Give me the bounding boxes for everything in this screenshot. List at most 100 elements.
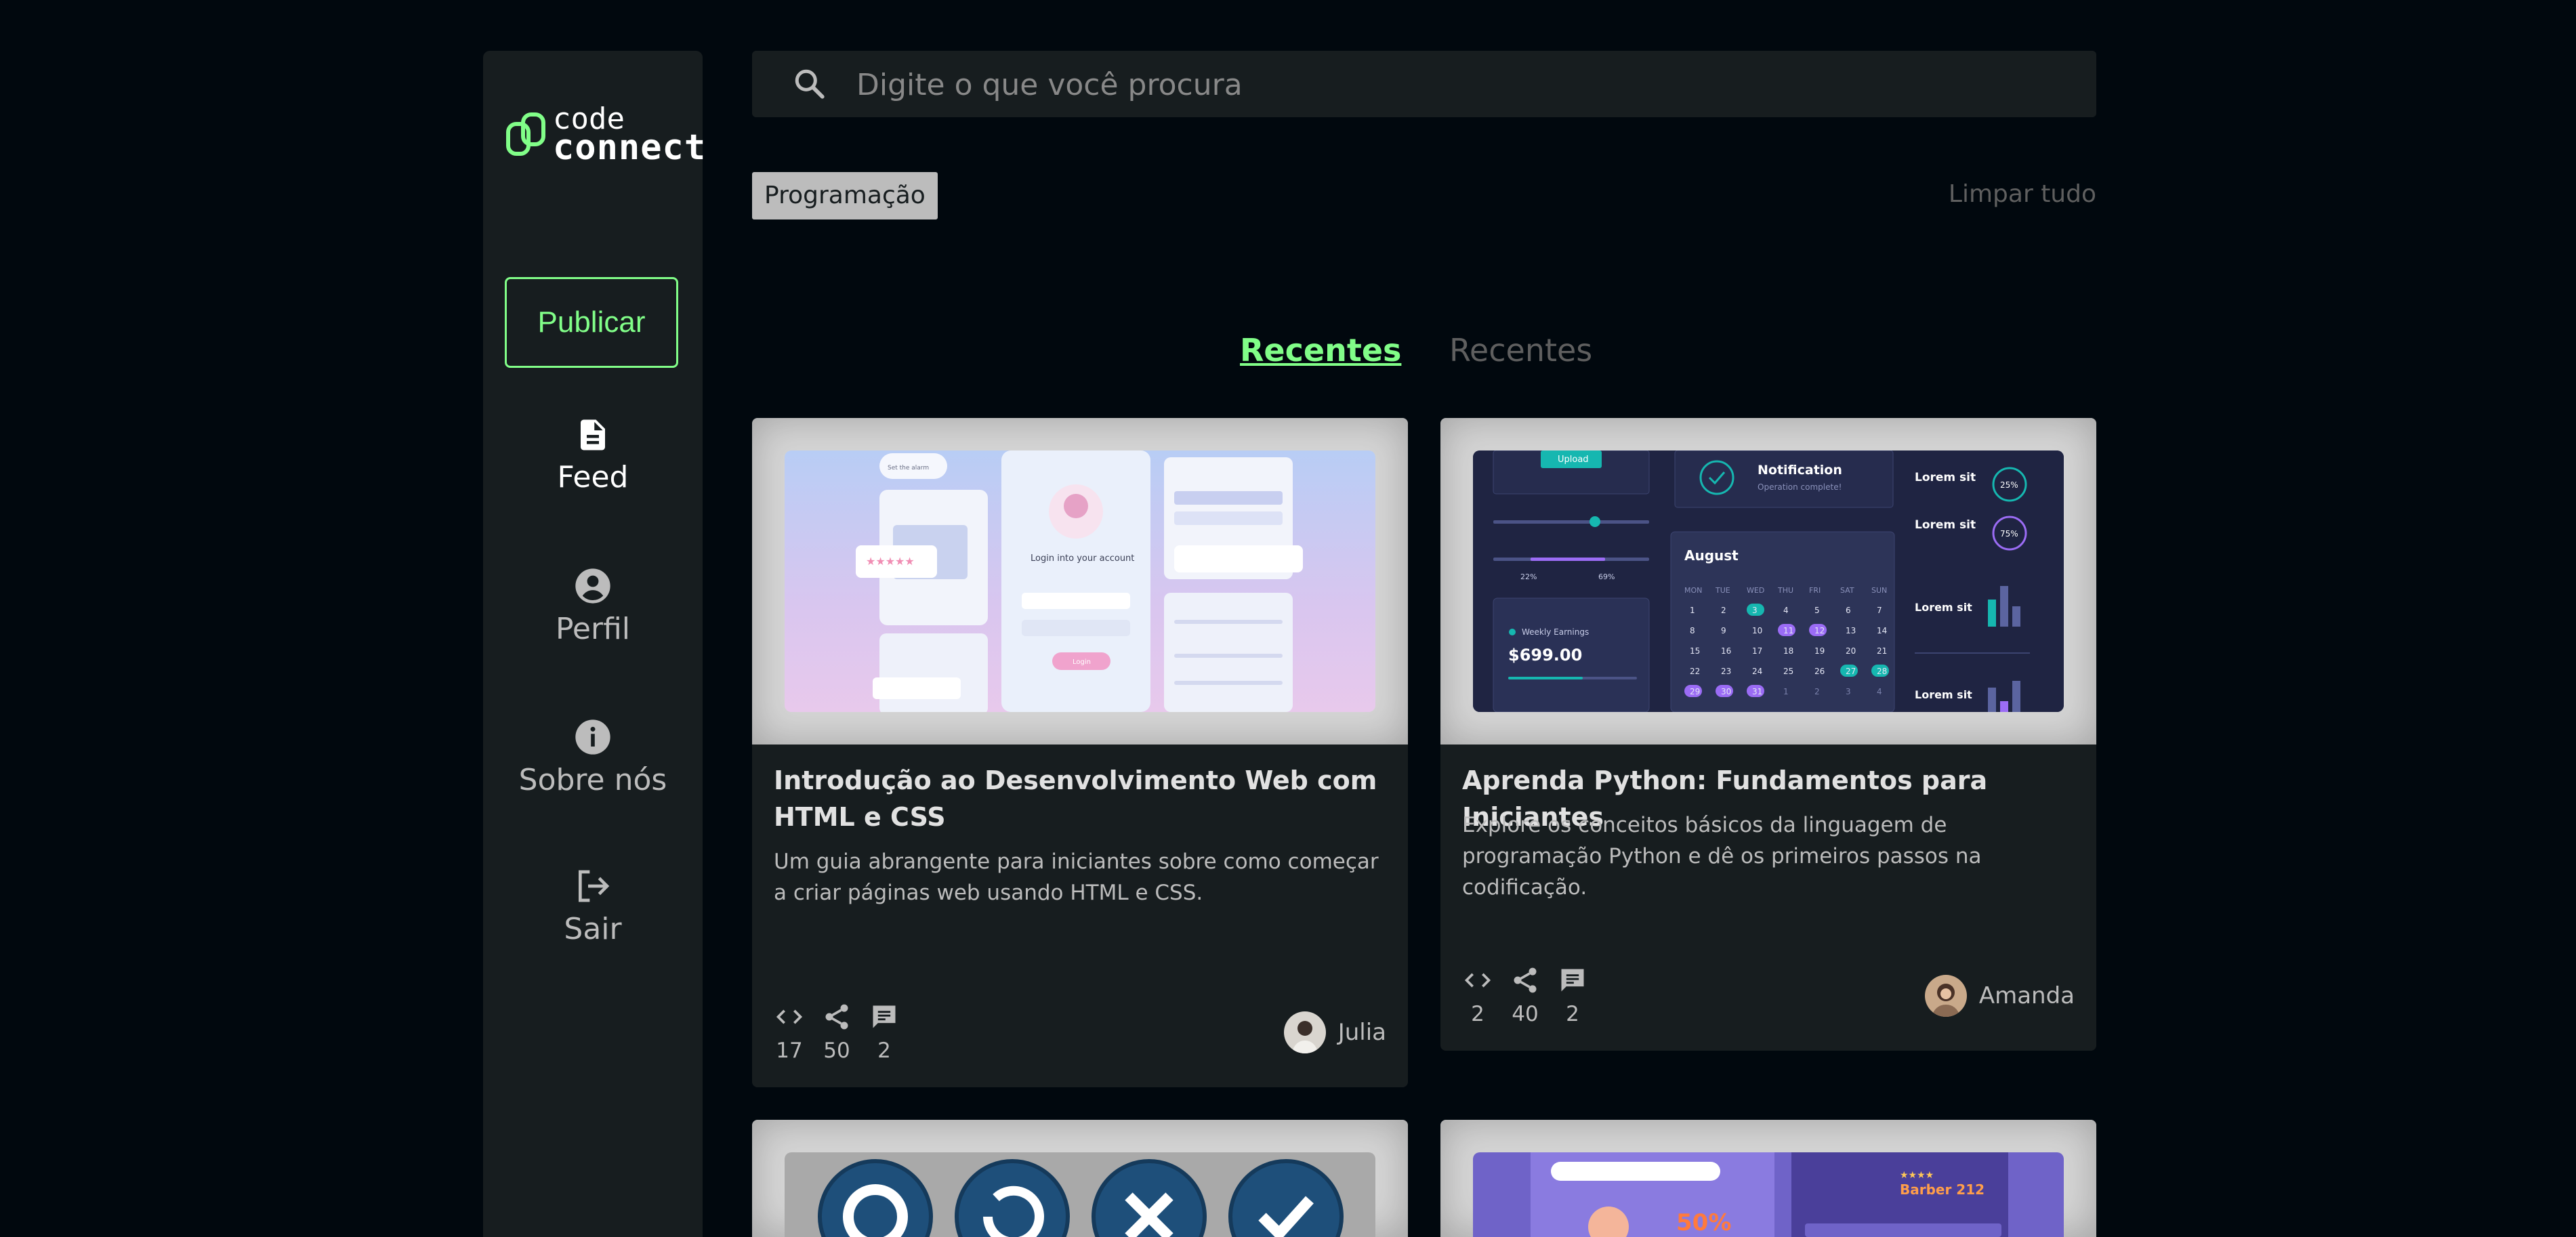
filter-tag-programacao[interactable]: Programação: [752, 172, 938, 219]
tab-recentes[interactable]: Recentes: [1449, 332, 1592, 369]
clear-filters-link[interactable]: Limpar tudo: [1949, 180, 2096, 208]
post-title[interactable]: Introdução ao Desenvolvimento Web com HT…: [774, 762, 1386, 835]
post-thumbnail[interactable]: Set the alarm ★★★★★ Login into your acco…: [752, 418, 1408, 745]
post-stats: 2 40 2: [1462, 965, 1588, 1026]
nav-item-profile[interactable]: Perfil: [483, 567, 703, 646]
logo-mark-icon: [506, 112, 545, 156]
post-card[interactable]: Set the alarm ★★★★★ Login into your acco…: [752, 418, 1408, 1087]
calendar-month-text: August: [1684, 547, 1739, 564]
avatar: [1924, 975, 1967, 1017]
search-icon[interactable]: [793, 67, 827, 101]
post-description: Explore os conceitos básicos da linguage…: [1462, 813, 1982, 900]
range-low-text: 22%: [1520, 572, 1537, 581]
calendar-weekday-fri: FRI: [1809, 586, 1821, 595]
login-title-text: Login into your account: [1031, 553, 1134, 564]
calendar-day: 12: [1814, 626, 1825, 635]
share-count: 50: [823, 1039, 850, 1063]
publish-button[interactable]: Publicar: [505, 277, 678, 368]
calendar-day: 3: [1752, 606, 1758, 615]
calendar-weekday-tue: TUE: [1715, 586, 1730, 595]
calendar-day: 2: [1814, 687, 1820, 696]
comment-stat[interactable]: 2: [869, 1002, 900, 1063]
share-count: 40: [1512, 1002, 1539, 1026]
calendar-day: 1: [1690, 606, 1695, 615]
post-card[interactable]: 50% ★★★★ Barber 212: [1440, 1120, 2096, 1237]
calendar-day: 7: [1877, 606, 1882, 615]
code-count: 2: [1471, 1002, 1484, 1026]
calendar-day: 25: [1783, 667, 1793, 676]
ring-value-2: 75%: [2000, 529, 2018, 539]
calendar-day: 19: [1814, 646, 1825, 656]
calendar-weekday-thu: THU: [1777, 586, 1793, 595]
notification-title-text: Notification: [1758, 463, 1842, 478]
promo-text: 50%: [1676, 1209, 1731, 1236]
user-icon: [575, 568, 610, 604]
search-bar[interactable]: [752, 51, 2096, 119]
calendar-day: 5: [1814, 606, 1820, 615]
nav-label-feed: Feed: [557, 460, 629, 495]
calendar-day: 13: [1846, 626, 1856, 635]
calendar-weekday-sun: SUN: [1871, 586, 1887, 595]
calendar-day: 23: [1721, 667, 1731, 676]
nav-label-profile: Perfil: [555, 612, 631, 646]
post-stats: 17 50 2: [774, 1002, 900, 1063]
post-thumbnail[interactable]: 50% ★★★★ Barber 212: [1440, 1120, 2096, 1237]
icon-buttons-mockup-image: [818, 1159, 1344, 1237]
calendar-day: 8: [1690, 626, 1695, 635]
login-button-text: Login: [1073, 658, 1091, 666]
post-thumbnail[interactable]: Upload 22% 69% Weekly Earnings $699.00 N…: [1440, 418, 2096, 745]
ring-value-1: 25%: [2000, 480, 2018, 490]
upload-button-text: Upload: [1558, 455, 1589, 465]
calendar-day: 9: [1721, 626, 1726, 635]
calendar-day: 27: [1846, 667, 1856, 676]
calendar-day: 4: [1783, 606, 1789, 615]
calendar-day: 18: [1783, 646, 1793, 656]
calendar-day: 20: [1846, 646, 1856, 656]
calendar-day: 1: [1783, 687, 1789, 696]
calendar-day: 22: [1690, 667, 1700, 676]
calendar-day: 24: [1752, 667, 1762, 676]
post-author[interactable]: Julia: [1283, 1011, 1386, 1053]
logout-icon: [579, 870, 610, 902]
feed-tabs: Recentes Recentes: [1240, 332, 1592, 369]
post-author[interactable]: Amanda: [1924, 975, 2075, 1017]
nav-item-feed[interactable]: Feed: [483, 417, 703, 495]
author-name: Amanda: [1978, 982, 2075, 1009]
comment-count: 2: [1566, 1002, 1579, 1026]
dashboard-ui-mockup-image: Upload 22% 69% Weekly Earnings $699.00 N…: [1473, 450, 2064, 712]
calendar-day: 28: [1877, 667, 1887, 676]
post-card[interactable]: [752, 1120, 1408, 1237]
barber-name-text: Barber 212: [1900, 1181, 1985, 1198]
calendar-day: 30: [1721, 687, 1731, 696]
calendar-weekday-mon: MON: [1684, 586, 1702, 595]
code-icon: [1464, 973, 1491, 988]
info-icon: [575, 719, 610, 755]
share-icon: [825, 1004, 848, 1030]
post-card[interactable]: Upload 22% 69% Weekly Earnings $699.00 N…: [1440, 418, 2096, 1051]
calendar-day: 6: [1846, 606, 1851, 615]
share-stat[interactable]: 40: [1510, 965, 1541, 1026]
search-input[interactable]: [855, 51, 2064, 119]
logo-text-connect: connect: [553, 127, 707, 168]
calendar-day: 26: [1814, 667, 1825, 676]
comment-icon: [873, 1005, 896, 1028]
calendar-day: 3: [1846, 687, 1851, 696]
avatar: [1283, 1011, 1326, 1053]
earnings-value-text: $699.00: [1508, 646, 1582, 665]
comment-stat[interactable]: 2: [1557, 965, 1588, 1026]
code-stat[interactable]: 17: [774, 1002, 805, 1063]
code-stat[interactable]: 2: [1462, 965, 1493, 1026]
tab-recentes-active[interactable]: Recentes: [1240, 332, 1401, 369]
calendar-day: 31: [1752, 687, 1762, 696]
earnings-label-text: Weekly Earnings: [1522, 627, 1589, 637]
nav-item-about[interactable]: Sobre nós: [483, 718, 703, 797]
nav-item-logout[interactable]: Sair: [483, 867, 703, 946]
calendar-weekday-wed: WED: [1747, 586, 1764, 595]
nav-label-about: Sobre nós: [518, 763, 667, 797]
code-connect-logo[interactable]: code connect: [505, 104, 705, 166]
code-icon: [776, 1009, 803, 1024]
lorem-text-4: Lorem sit: [1915, 688, 1972, 701]
post-thumbnail[interactable]: [752, 1120, 1408, 1237]
share-stat[interactable]: 50: [821, 1002, 852, 1063]
range-high-text: 69%: [1598, 572, 1615, 581]
